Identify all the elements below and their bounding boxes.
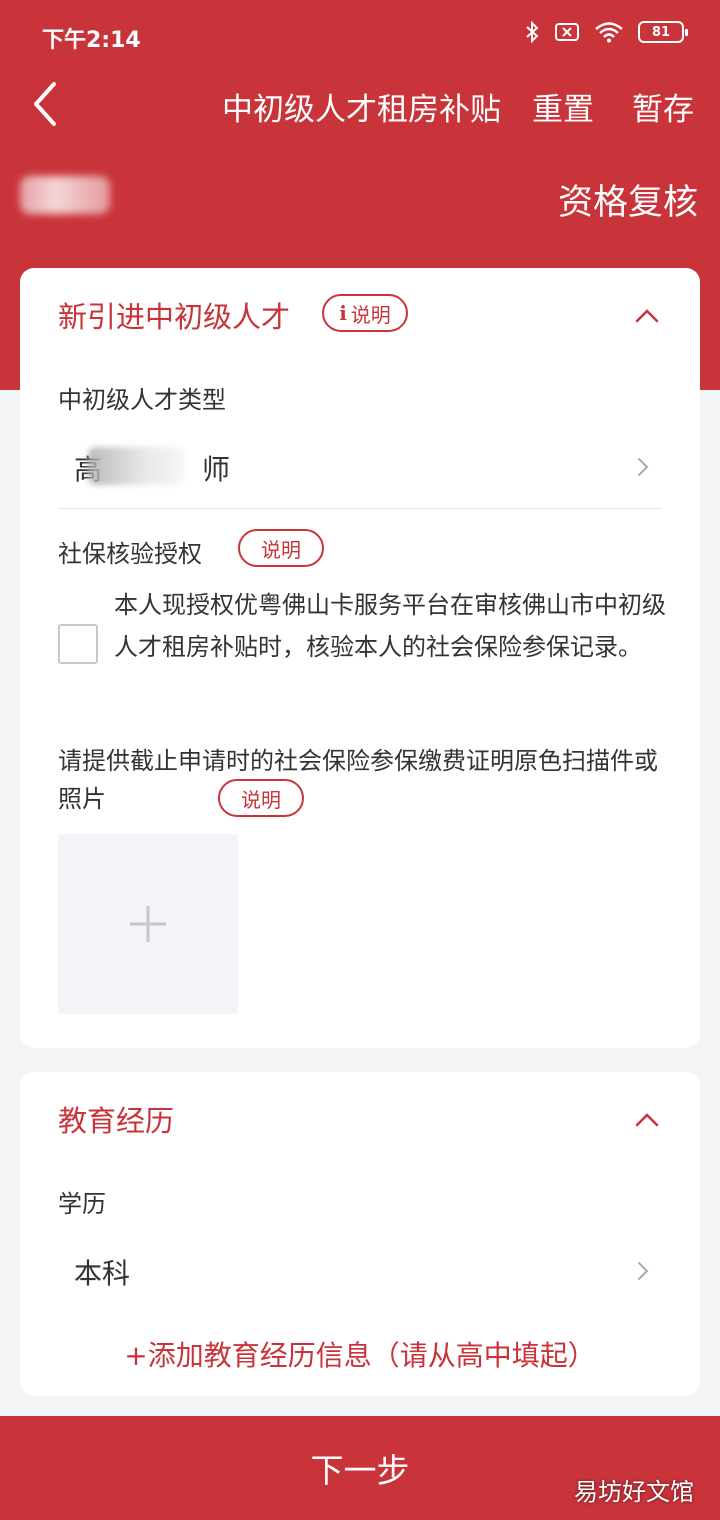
upload-explain-label: 说明 [241,787,281,812]
nav-bar: 中初级人才租房补贴 重置 暂存 [0,70,720,140]
back-button[interactable] [28,78,68,130]
chevron-right-icon [638,1262,649,1280]
wifi-icon [594,21,624,43]
sub-header: 资格复核 [0,160,720,230]
status-bar: 下午2:14 81 [0,0,720,70]
talent-section-title: 新引进中初级人才 [58,300,291,334]
talent-card: 新引进中初级人才 i 说明 中初级人才类型 高 师 社保核验授权 说明 本人现授… [20,268,700,1048]
info-icon: i [339,301,347,325]
talent-explain-label: 说明 [350,302,391,327]
battery-icon: 81 [638,21,688,43]
divider [58,508,662,509]
back-arrow-icon [34,82,56,126]
status-icons: 81 [524,20,688,44]
step-label: 资格复核 [557,183,698,223]
education-card: 教育经历 学历 本科 +添加教育经历信息（请从高中填起） [20,1072,700,1396]
auth-checkbox[interactable] [58,624,98,664]
bluetooth-icon [524,20,540,44]
education-section-title: 教育经历 [58,1104,175,1138]
degree-select[interactable]: 本科 [58,1230,662,1312]
redacted-name [20,176,110,214]
talent-type-label: 中初级人才类型 [58,386,226,414]
upload-explain-button[interactable]: 说明 [218,779,304,817]
upload-label: 请提供截止申请时的社会保险参保缴费证明原色扫描件或照片 [58,742,668,818]
social-auth-label: 社保核验授权 [58,540,202,568]
upload-image-button[interactable] [58,834,238,1014]
chevron-right-icon [638,458,649,476]
social-explain-button[interactable]: 说明 [238,529,324,567]
redacted-talent-type [88,447,184,485]
talent-type-value-end: 师 [202,453,231,486]
plus-icon [130,906,166,942]
social-explain-label: 说明 [261,537,301,562]
no-sim-icon [554,21,580,43]
upload-label-text: 请提供截止申请时的社会保险参保缴费证明原色扫描件或照片 [58,747,658,813]
add-education-button[interactable]: +添加教育经历信息（请从高中填起） [20,1334,700,1374]
reset-button[interactable]: 重置 [532,84,594,129]
degree-label: 学历 [58,1190,106,1218]
status-time: 下午2:14 [42,28,141,53]
page-title: 中初级人才租房补贴 [222,92,501,128]
degree-value: 本科 [74,1257,131,1290]
auth-text: 本人现授权优粤佛山卡服务平台在审核佛山市中初级人才租房补贴时，核验本人的社会保险… [114,591,666,661]
watermark: 易坊好文馆 [574,1478,694,1506]
collapse-talent-icon[interactable] [634,306,660,324]
save-draft-button[interactable]: 暂存 [632,84,694,129]
talent-explain-button[interactable]: i 说明 [322,294,408,332]
collapse-education-icon[interactable] [634,1110,660,1128]
next-step-label: 下一步 [310,1451,410,1490]
